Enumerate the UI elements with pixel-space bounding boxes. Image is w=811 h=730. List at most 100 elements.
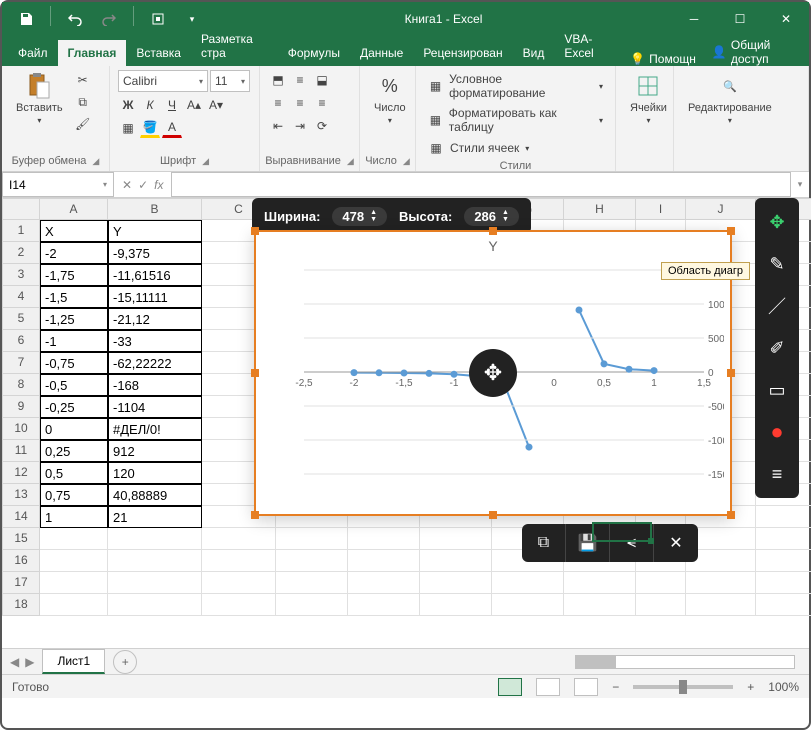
- cell[interactable]: [564, 572, 636, 594]
- cell[interactable]: [348, 528, 420, 550]
- cell[interactable]: -15,11111: [108, 286, 202, 308]
- cell[interactable]: [492, 594, 564, 616]
- cells-button[interactable]: Ячейки▾: [624, 70, 673, 127]
- cut-icon[interactable]: ✂: [73, 70, 93, 90]
- cell[interactable]: [202, 550, 276, 572]
- column-header[interactable]: H: [564, 198, 636, 220]
- row-header[interactable]: 2: [2, 242, 40, 264]
- cancel-formula-icon[interactable]: ✕: [122, 178, 132, 192]
- font-name-combo[interactable]: Calibri▾: [118, 70, 208, 92]
- cell[interactable]: [756, 550, 811, 572]
- height-value-pill[interactable]: 286▲▼: [464, 207, 519, 226]
- align-right-icon[interactable]: ≡: [312, 93, 332, 113]
- bold-button[interactable]: Ж: [118, 95, 138, 115]
- cell[interactable]: [420, 550, 492, 572]
- save-icon[interactable]: [12, 6, 40, 32]
- align-top-icon[interactable]: ⬒: [268, 70, 288, 90]
- tab-layout[interactable]: Разметка стра: [191, 26, 278, 66]
- cell[interactable]: [40, 594, 108, 616]
- cell[interactable]: -1,25: [40, 308, 108, 330]
- number-format-button[interactable]: %Число▾: [368, 70, 412, 127]
- increase-font-icon[interactable]: A▴: [184, 95, 204, 115]
- zoom-in-button[interactable]: +: [747, 680, 754, 694]
- chart-title[interactable]: Y: [256, 232, 730, 260]
- cell-styles-button[interactable]: ▦Стили ячеек▾: [424, 138, 607, 158]
- normal-view-button[interactable]: [498, 678, 522, 696]
- row-header[interactable]: 1: [2, 220, 40, 242]
- cell[interactable]: -0,25: [40, 396, 108, 418]
- menu-icon[interactable]: ≡: [759, 456, 795, 492]
- cell[interactable]: 0: [40, 418, 108, 440]
- cell[interactable]: [564, 594, 636, 616]
- cell[interactable]: 21: [108, 506, 202, 528]
- cell[interactable]: -21,12: [108, 308, 202, 330]
- cell[interactable]: [276, 594, 348, 616]
- tell-me[interactable]: 💡Помощн: [622, 52, 704, 66]
- cell[interactable]: -62,22222: [108, 352, 202, 374]
- row-header[interactable]: 4: [2, 286, 40, 308]
- row-header[interactable]: 12: [2, 462, 40, 484]
- cell[interactable]: Y: [108, 220, 202, 242]
- tab-insert[interactable]: Вставка: [126, 40, 191, 66]
- record-icon[interactable]: ●: [759, 414, 795, 450]
- marker-tool-icon[interactable]: ✐: [759, 330, 795, 366]
- cell[interactable]: [202, 528, 276, 550]
- copy-icon[interactable]: ⧉: [522, 524, 566, 562]
- cell[interactable]: [420, 594, 492, 616]
- cell[interactable]: -33: [108, 330, 202, 352]
- redo-icon[interactable]: [95, 6, 123, 32]
- dialog-launcher-icon[interactable]: ◢: [92, 156, 99, 167]
- row-header[interactable]: 13: [2, 484, 40, 506]
- cell[interactable]: [108, 572, 202, 594]
- cell[interactable]: 40,88889: [108, 484, 202, 506]
- cell[interactable]: [40, 572, 108, 594]
- column-header[interactable]: B: [108, 198, 202, 220]
- cell[interactable]: [756, 506, 811, 528]
- share-button[interactable]: 👤Общий доступ: [704, 38, 803, 66]
- cell[interactable]: 1: [40, 506, 108, 528]
- accept-formula-icon[interactable]: ✓: [138, 178, 148, 192]
- cell[interactable]: [756, 572, 811, 594]
- cell[interactable]: [202, 572, 276, 594]
- cell[interactable]: [40, 528, 108, 550]
- line-tool-icon[interactable]: ／: [759, 288, 795, 324]
- cell[interactable]: [756, 528, 811, 550]
- close-button[interactable]: ✕: [763, 2, 809, 36]
- cell[interactable]: -0,75: [40, 352, 108, 374]
- cell[interactable]: -11,61516: [108, 264, 202, 286]
- cell[interactable]: [636, 594, 686, 616]
- formula-input[interactable]: [171, 172, 791, 197]
- orientation-icon[interactable]: ⟳: [312, 116, 332, 136]
- align-bottom-icon[interactable]: ⬓: [312, 70, 332, 90]
- cell[interactable]: [686, 572, 756, 594]
- maximize-button[interactable]: ☐: [717, 2, 763, 36]
- tab-vba[interactable]: VBA-Excel: [554, 26, 622, 66]
- width-value-pill[interactable]: 478▲▼: [332, 207, 387, 226]
- page-break-view-button[interactable]: [574, 678, 598, 696]
- cell[interactable]: [420, 572, 492, 594]
- cell[interactable]: [348, 550, 420, 572]
- paste-button[interactable]: Вставить ▾: [10, 70, 69, 127]
- zoom-out-button[interactable]: −: [612, 680, 619, 694]
- align-center-icon[interactable]: ≡: [290, 93, 310, 113]
- row-header[interactable]: 6: [2, 330, 40, 352]
- cell[interactable]: [202, 594, 276, 616]
- close-icon[interactable]: ✕: [654, 524, 698, 562]
- cell[interactable]: 0,75: [40, 484, 108, 506]
- conditional-formatting-button[interactable]: ▦Условное форматирование▾: [424, 70, 607, 102]
- add-sheet-button[interactable]: +: [113, 650, 137, 674]
- tab-home[interactable]: Главная: [58, 40, 127, 66]
- cell[interactable]: -168: [108, 374, 202, 396]
- cell[interactable]: [686, 594, 756, 616]
- cell[interactable]: 120: [108, 462, 202, 484]
- copy-icon[interactable]: ⧉: [73, 92, 93, 112]
- cell[interactable]: 912: [108, 440, 202, 462]
- zoom-slider[interactable]: [633, 685, 733, 689]
- shape-tool-icon[interactable]: ▭: [759, 372, 795, 408]
- font-size-combo[interactable]: 11▾: [210, 70, 250, 92]
- fill-color-button[interactable]: 🪣: [140, 118, 160, 138]
- underline-button[interactable]: Ч: [162, 95, 182, 115]
- cell[interactable]: [420, 528, 492, 550]
- format-painter-icon[interactable]: 🖌: [73, 114, 93, 134]
- cell[interactable]: -1: [40, 330, 108, 352]
